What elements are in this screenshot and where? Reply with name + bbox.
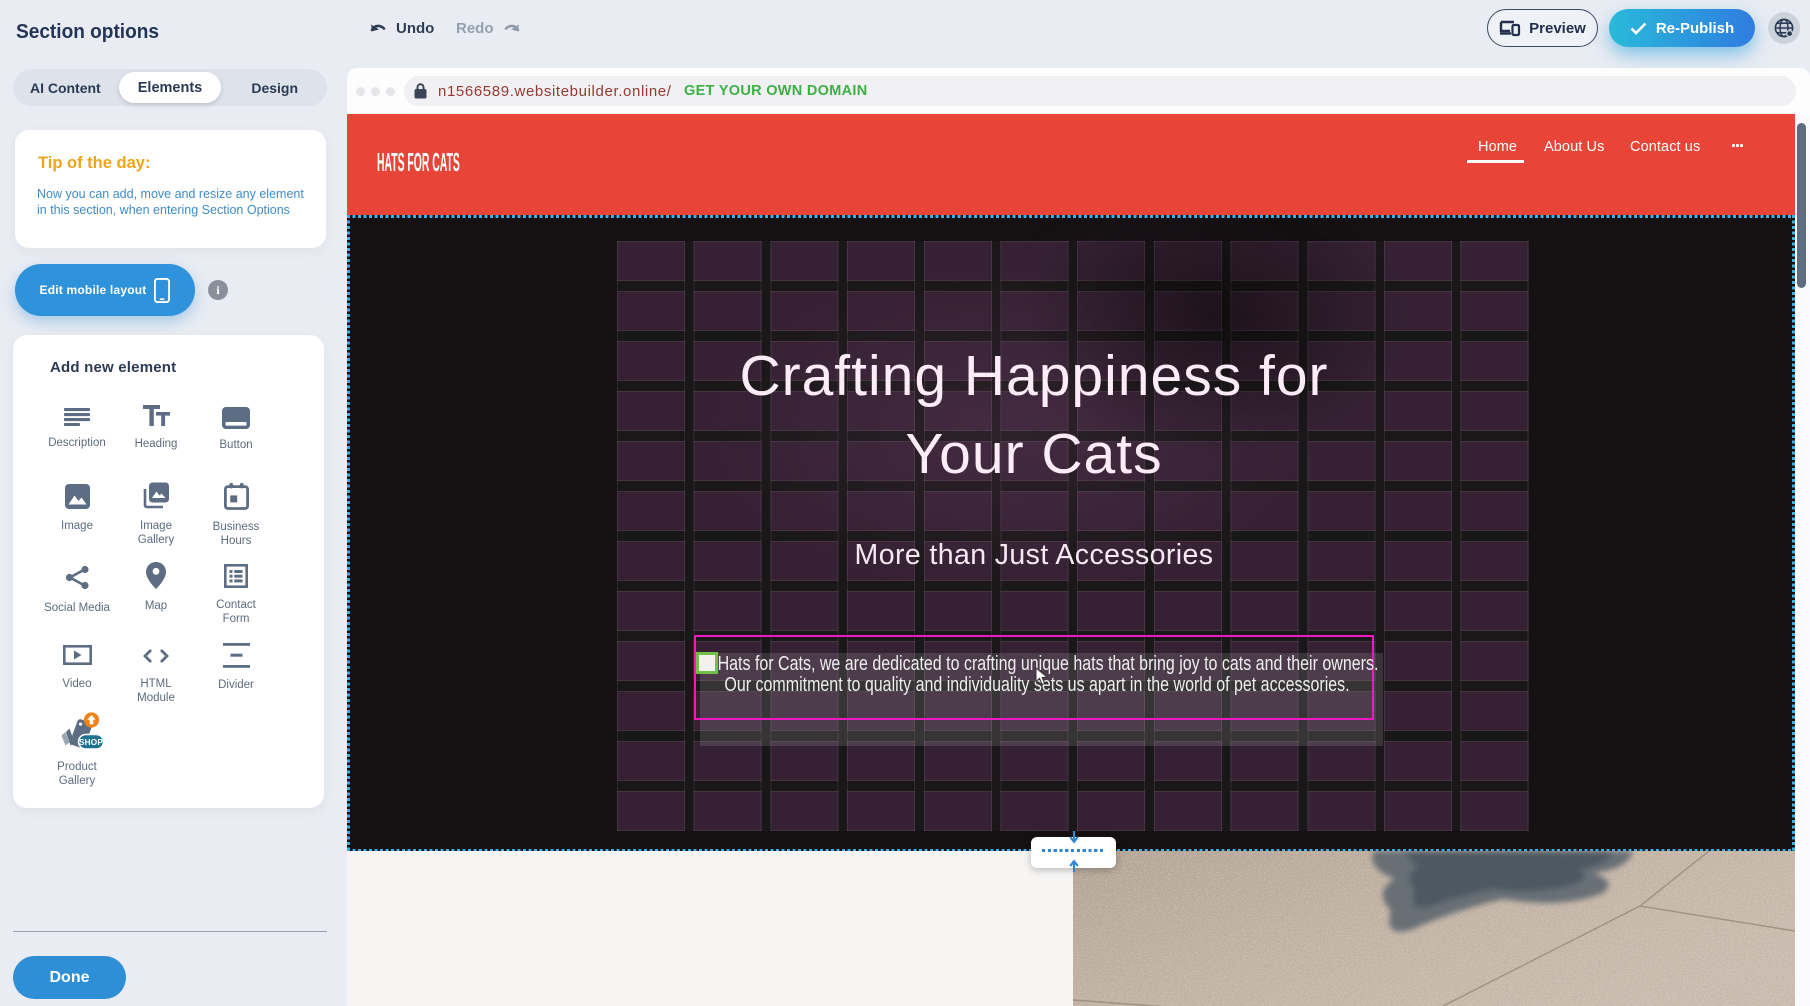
svg-text:SHOP: SHOP (79, 738, 103, 747)
